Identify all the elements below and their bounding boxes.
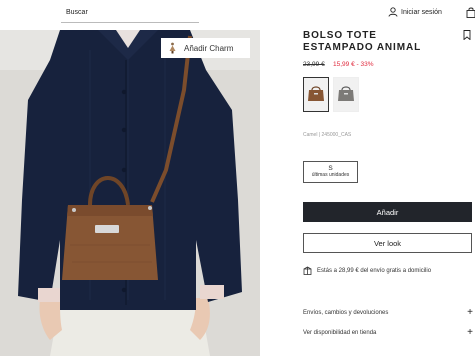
user-icon — [388, 7, 398, 17]
size-stock-note: últimas unidades — [311, 172, 350, 178]
search-underline — [61, 22, 199, 23]
size-option[interactable]: S últimas unidades — [303, 161, 358, 183]
sale-price: 15,99 € - 33% — [333, 61, 374, 68]
login-button[interactable]: Iniciar sesión — [388, 7, 442, 17]
bookmark-icon[interactable] — [463, 30, 471, 40]
swatch-camel-bag — [308, 86, 324, 101]
swatch-grey-bag — [338, 86, 354, 101]
shipping-info: Estás a 28,99 € del envío gratis a domic… — [303, 266, 431, 275]
login-label: Iniciar sesión — [401, 8, 442, 16]
add-to-cart-button[interactable]: Añadir — [303, 202, 472, 222]
size-label: S — [328, 165, 333, 172]
site-header: Buscar Iniciar sesión — [0, 0, 475, 30]
add-charm-label: Añadir Charm — [184, 43, 234, 53]
see-look-button[interactable]: Ver look — [303, 233, 472, 253]
color-swatch-grey[interactable] — [333, 77, 359, 112]
accordion-store-availability[interactable]: Ver disponibilidad en tienda + — [303, 328, 473, 338]
plus-icon: + — [467, 307, 473, 318]
search-input[interactable]: Buscar — [66, 9, 88, 16]
shipping-text: Estás a 28,99 € del envío gratis a domic… — [317, 267, 432, 274]
accordion-label: Ver disponibilidad en tienda — [303, 330, 377, 336]
product-photo-illustration — [0, 30, 260, 356]
gift-box-icon — [303, 266, 312, 275]
color-swatch-camel[interactable] — [303, 77, 329, 112]
accordion-shipping-returns[interactable]: Envíos, cambios y devoluciones + — [303, 308, 473, 318]
plus-icon: + — [467, 327, 473, 338]
product-image[interactable]: Añadir Charm — [0, 30, 260, 356]
product-title: BOLSO TOTE ESTAMPADO ANIMAL — [303, 30, 422, 53]
bag-icon[interactable] — [466, 7, 475, 18]
accordion-label: Envíos, cambios y devoluciones — [303, 310, 389, 316]
product-reference: Camel | 245000_CAS — [303, 132, 352, 138]
charm-icon — [169, 42, 176, 54]
add-charm-button[interactable]: Añadir Charm — [161, 38, 250, 58]
old-price: 23,99 € — [303, 61, 325, 68]
